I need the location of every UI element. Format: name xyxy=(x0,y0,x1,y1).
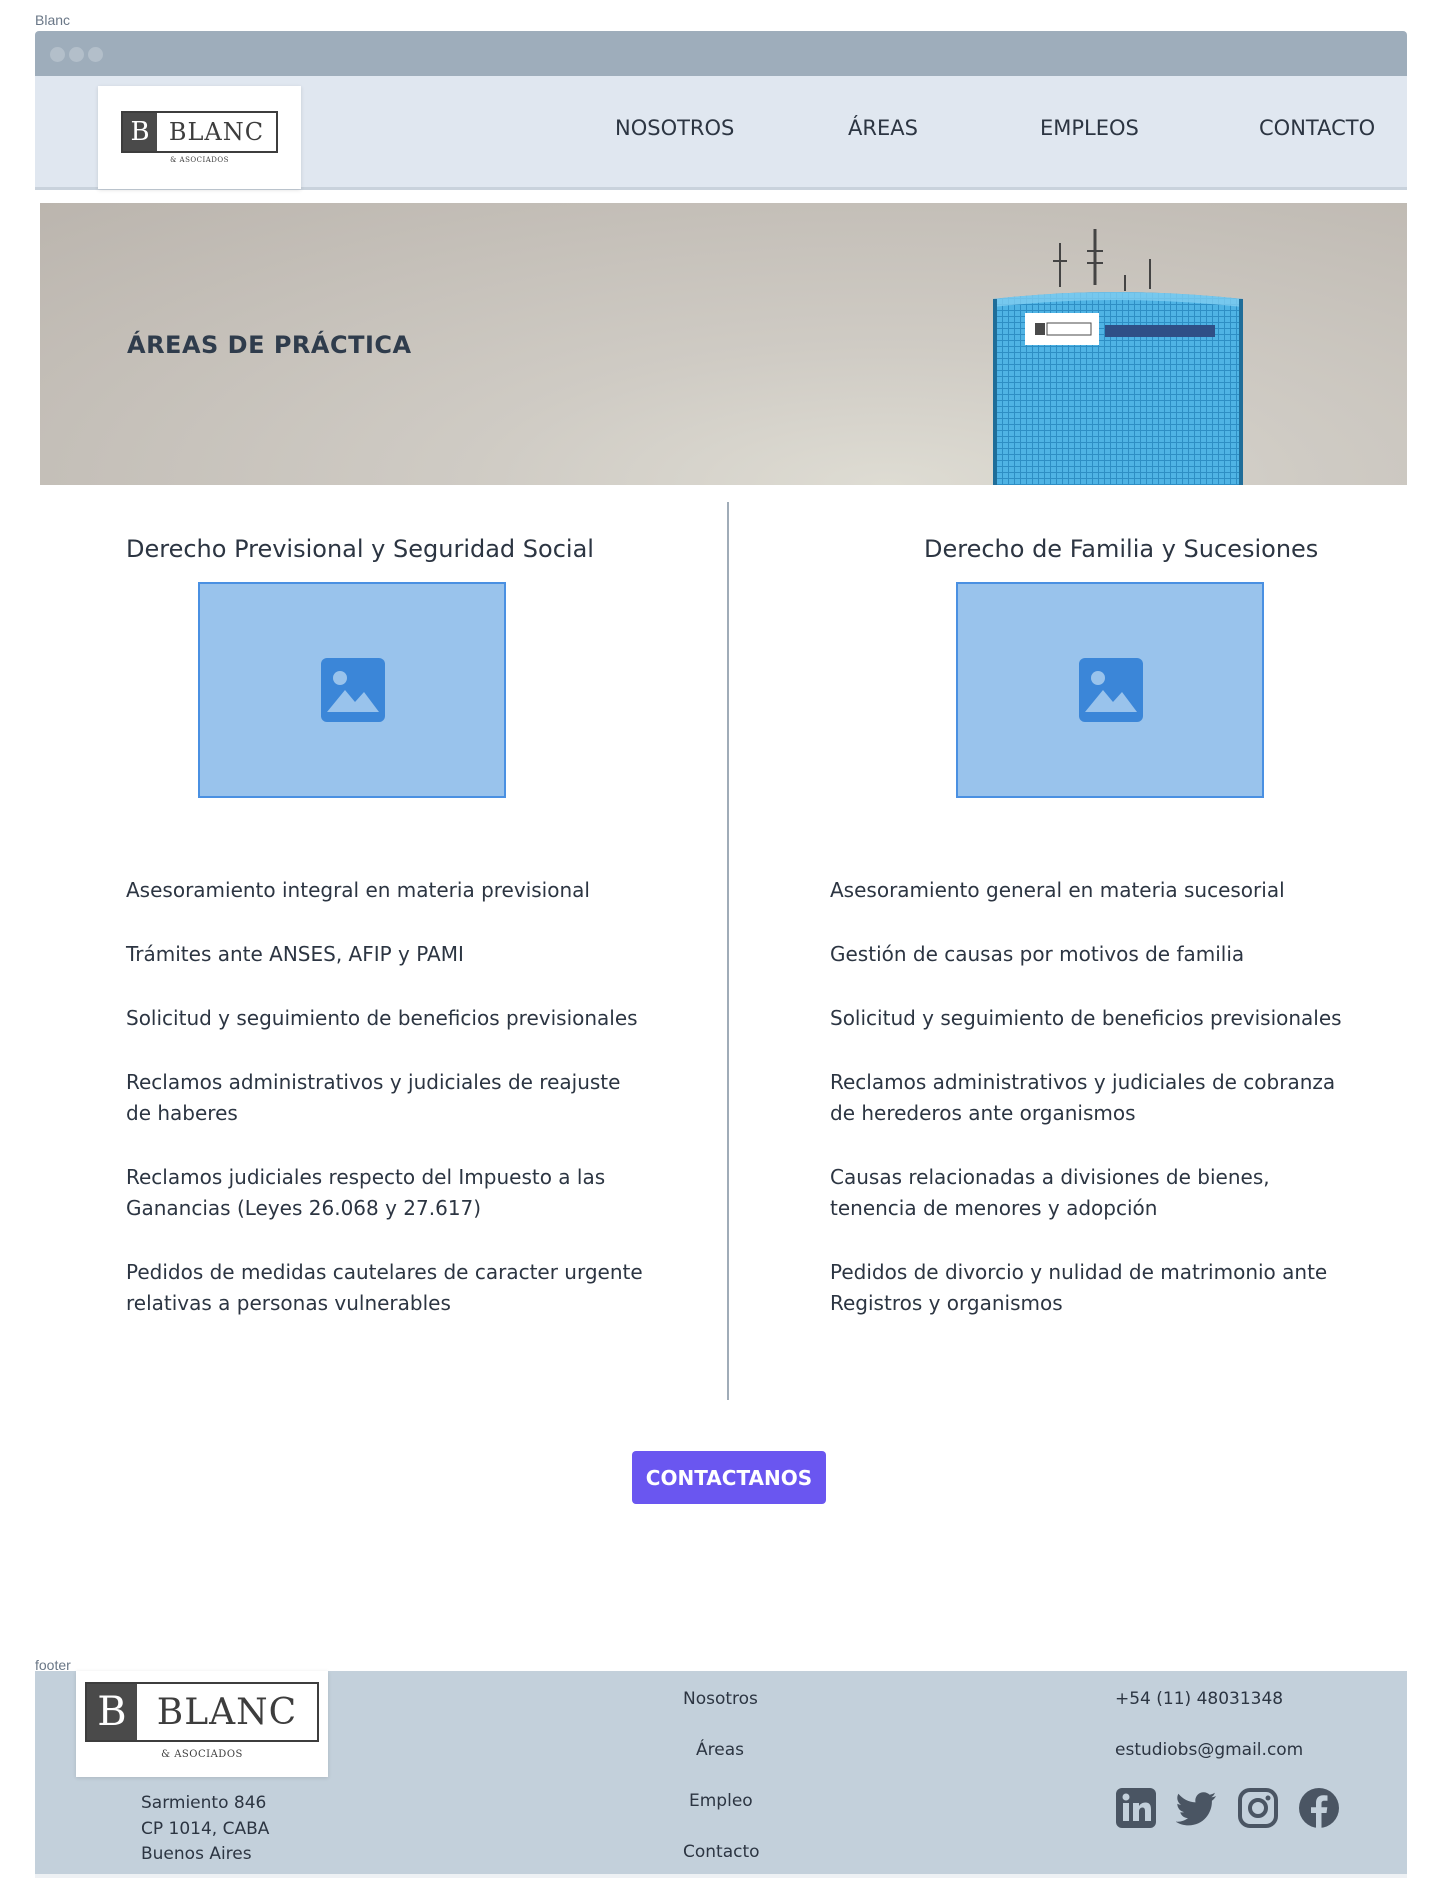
page-bottom-edge xyxy=(35,1874,1407,1878)
logo-letter: B xyxy=(87,1684,137,1740)
nav-contacto[interactable]: CONTACTO xyxy=(1259,116,1375,140)
browser-title-bar xyxy=(35,31,1407,76)
footer-link-areas[interactable]: Áreas xyxy=(696,1740,744,1760)
image-placeholder-previsional xyxy=(198,582,506,798)
frame-label: Blanc xyxy=(35,12,71,28)
window-dot-icon xyxy=(88,47,103,62)
twitter-icon[interactable] xyxy=(1176,1787,1218,1829)
contactanos-button[interactable]: CONTACTANOS xyxy=(632,1451,826,1504)
footer-address: Sarmiento 846 CP 1014, CABA Buenos Aires xyxy=(141,1791,269,1868)
linkedin-icon[interactable] xyxy=(1115,1787,1157,1829)
site-footer: B BLANC & ASOCIADOS Sarmiento 846 CP 101… xyxy=(35,1671,1407,1874)
footer-logo[interactable]: B BLANC & ASOCIADOS xyxy=(76,1671,328,1777)
footer-link-empleo[interactable]: Empleo xyxy=(689,1791,753,1811)
footer-email[interactable]: estudiobs@gmail.com xyxy=(1115,1740,1303,1760)
address-line: CP 1014, CABA xyxy=(141,1818,270,1839)
hero-banner: ÁREAS DE PRÁCTICA xyxy=(40,203,1407,485)
service-item: Causas relacionadas a divisiones de bien… xyxy=(830,1165,1270,1220)
footer-link-nosotros[interactable]: Nosotros xyxy=(683,1689,758,1709)
footer-link-contacto[interactable]: Contacto xyxy=(683,1842,760,1862)
window-dot-icon xyxy=(50,47,65,62)
building-illustration xyxy=(993,229,1243,485)
nav-areas[interactable]: ÁREAS xyxy=(848,116,918,140)
column-title-familia: Derecho de Familia y Sucesiones xyxy=(924,535,1319,563)
page-title: ÁREAS DE PRÁCTICA xyxy=(127,331,412,359)
instagram-icon[interactable] xyxy=(1237,1787,1279,1829)
address-line: Sarmiento 846 xyxy=(141,1793,267,1813)
service-item: Reclamos judiciales respecto del Impuest… xyxy=(126,1165,606,1220)
logo-mark: B BLANC xyxy=(85,1682,319,1742)
logo-subtitle: & ASOCIADOS xyxy=(161,1749,243,1760)
image-icon xyxy=(1079,658,1143,722)
logo-letter: B xyxy=(123,113,157,151)
logo-name: BLANC xyxy=(168,118,265,146)
service-item: Trámites ante ANSES, AFIP y PAMI xyxy=(126,942,464,966)
nav-nosotros[interactable]: NOSOTROS xyxy=(615,116,734,140)
service-item: Pedidos de medidas cautelares de caracte… xyxy=(126,1260,643,1315)
service-item: Reclamos administrativos y judiciales de… xyxy=(830,1070,1336,1125)
facebook-icon[interactable] xyxy=(1298,1787,1340,1829)
service-item: Asesoramiento integral en materia previs… xyxy=(126,878,590,902)
service-item: Solicitud y seguimiento de beneficios pr… xyxy=(830,1006,1342,1030)
footer-phone[interactable]: +54 (11) 48031348 xyxy=(1115,1689,1283,1709)
image-placeholder-familia xyxy=(956,582,1264,798)
column-title-previsional: Derecho Previsional y Seguridad Social xyxy=(126,535,594,563)
logo-mark: B BLANC xyxy=(121,111,278,153)
logo-subtitle: & ASOCIADOS xyxy=(170,156,229,164)
service-item: Reclamos administrativos y judiciales de… xyxy=(126,1070,621,1125)
nav-empleos[interactable]: EMPLEOS xyxy=(1040,116,1139,140)
address-line: Buenos Aires xyxy=(141,1844,252,1864)
logo-name: BLANC xyxy=(156,1691,298,1733)
header-logo[interactable]: B BLANC & ASOCIADOS xyxy=(98,86,301,189)
service-item: Gestión de causas por motivos de familia xyxy=(830,942,1245,966)
service-item: Pedidos de divorcio y nulidad de matrimo… xyxy=(830,1260,1328,1315)
window-dot-icon xyxy=(69,47,84,62)
service-item: Solicitud y seguimiento de beneficios pr… xyxy=(126,1006,638,1030)
image-icon xyxy=(321,658,385,722)
column-divider xyxy=(727,502,729,1400)
service-item: Asesoramiento general en materia sucesor… xyxy=(830,878,1285,902)
site-header: B BLANC & ASOCIADOS NOSOTROS ÁREAS EMPLE… xyxy=(35,76,1407,190)
